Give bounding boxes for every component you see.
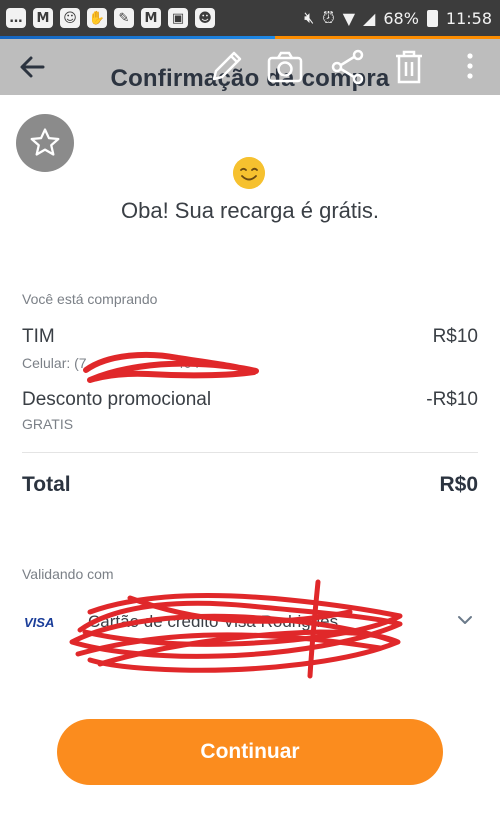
notification-icons: … M ☺ ✋ ✎ M ▣ ☻ xyxy=(6,6,215,30)
face-icon: ☺ xyxy=(60,8,80,28)
gmail-icon: M xyxy=(141,8,161,28)
more-vert-icon[interactable] xyxy=(450,47,490,87)
payment-label: Validando com xyxy=(22,566,114,582)
clock: 11:58 xyxy=(445,8,492,28)
signal-icon: ◢ xyxy=(363,8,376,28)
share-icon[interactable] xyxy=(328,47,368,87)
divider xyxy=(22,452,478,453)
item-value: -R$10 xyxy=(426,389,478,410)
card-name[interactable]: Cartão de crédito Visa Rodrigues xyxy=(88,612,338,632)
favorite-button[interactable] xyxy=(16,114,74,172)
item-phone: Celular: (7 xyxy=(22,355,87,371)
pencil-icon[interactable] xyxy=(206,47,246,87)
item-name: TIM xyxy=(22,326,55,347)
hands-icon: ✋ xyxy=(87,8,107,28)
emoji-icon: ☻ xyxy=(195,8,215,28)
gmail-icon: M xyxy=(33,8,53,28)
battery-percent: 68% xyxy=(383,8,419,28)
gallery-icon: ▣ xyxy=(168,8,188,28)
battery-icon xyxy=(426,9,438,27)
message-icon: … xyxy=(6,8,26,28)
trash-icon[interactable] xyxy=(389,47,429,87)
redaction-scribble xyxy=(83,351,259,383)
smile-emoji-icon xyxy=(233,157,265,189)
total-label: Total xyxy=(22,473,71,496)
chevron-down-icon[interactable] xyxy=(456,611,474,629)
item-sub: GRATIS xyxy=(22,416,74,432)
toolbar: Confirmação da compra xyxy=(0,39,500,95)
star-icon xyxy=(30,128,60,156)
item-phone-tail: 404 xyxy=(176,355,200,371)
continue-button[interactable]: Continuar xyxy=(57,719,443,785)
total-value: R$0 xyxy=(439,473,478,496)
item-name: Desconto promocional xyxy=(22,389,212,410)
headline: Oba! Sua recarga é grátis. xyxy=(120,198,380,223)
section-label: Você está comprando xyxy=(22,291,158,307)
visa-logo: VISA xyxy=(24,615,55,630)
wifi-icon: ▼ xyxy=(342,8,356,28)
alarm-icon: ⏰︎ xyxy=(322,8,335,27)
item-value: R$10 xyxy=(432,326,478,347)
feather-icon: ✎ xyxy=(114,8,134,28)
mute-icon: 🔇︎ xyxy=(304,8,315,27)
status-right: 🔇︎ ⏰︎ ▼ ◢ 68% 11:58 xyxy=(304,6,492,30)
status-bar: … M ☺ ✋ ✎ M ▣ ☻ 🔇︎ ⏰︎ ▼ ◢ 68% 11:58 xyxy=(0,0,500,36)
camera-icon[interactable] xyxy=(265,47,305,87)
